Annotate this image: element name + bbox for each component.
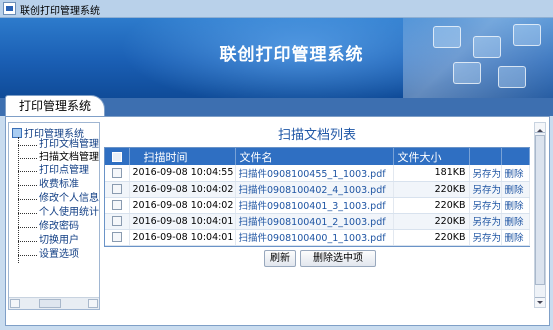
col-file-name: 文件名 (235, 148, 394, 165)
content-vertical-scrollbar[interactable] (534, 122, 546, 308)
delete-selected-button[interactable]: 删除选中项 (300, 250, 376, 267)
tree-root[interactable]: 打印管理系统 (12, 125, 84, 140)
row-checkbox[interactable] (111, 200, 122, 210)
file-size: 220KB (393, 181, 470, 198)
tree-item-fees[interactable]: 收费标准 (18, 179, 79, 191)
scan-time: 2016-09-08 10:04:55 (129, 165, 236, 182)
window-title: 联创打印管理系统 (20, 6, 100, 17)
file-name-link[interactable]: 扫描件0908100400_1_1003.pdf (235, 229, 394, 246)
row-checkbox[interactable] (111, 216, 122, 226)
scan-time: 2016-09-08 10:04:01 (129, 229, 236, 246)
file-name-link[interactable]: 扫描件0908100402_4_1003.pdf (235, 181, 394, 198)
file-size: 220KB (393, 197, 470, 214)
save-as-link[interactable]: 另存为 (469, 229, 502, 246)
tree-item-print-points[interactable]: 打印点管理 (18, 165, 89, 177)
computer-icon (12, 128, 22, 138)
scroll-up-icon[interactable] (535, 123, 545, 133)
tree-item-usage-stats[interactable]: 个人使用统计 (18, 207, 99, 219)
save-as-link[interactable]: 另存为 (469, 165, 502, 182)
delete-link[interactable]: 删除 (501, 181, 530, 198)
row-checkbox[interactable] (111, 167, 122, 178)
tree-item-change-password[interactable]: 修改密码 (18, 221, 79, 233)
scroll-thumb[interactable] (535, 135, 545, 285)
save-as-link[interactable]: 另存为 (469, 181, 502, 198)
select-all-checkbox[interactable] (111, 152, 122, 162)
row-checkbox[interactable] (111, 232, 122, 242)
scan-doc-table: 扫描时间 文件名 文件大小 2016-09-08 10:04:55 扫描件090… (104, 147, 530, 247)
file-name-link[interactable]: 扫描件0908100455_1_1003.pdf (235, 165, 394, 182)
scroll-down-icon[interactable] (535, 297, 545, 307)
tree-item-scan-docs[interactable]: 扫描文档管理 (18, 152, 99, 164)
scroll-thumb[interactable] (39, 299, 61, 308)
window-titlebar: 联创打印管理系统 (0, 0, 553, 18)
scan-time: 2016-09-08 10:04:01 (129, 213, 236, 230)
scan-time: 2016-09-08 10:04:02 (129, 181, 236, 198)
refresh-button[interactable]: 刷新 (264, 250, 296, 267)
delete-link[interactable]: 删除 (501, 229, 530, 246)
table-row: 2016-09-08 10:04:01 扫描件0908100401_2_1003… (105, 213, 530, 230)
table-row: 2016-09-08 10:04:02 扫描件0908100401_3_1003… (105, 197, 530, 214)
list-title: 扫描文档列表 (277, 128, 356, 143)
tree-item-print-docs[interactable]: 打印文档管理 (18, 139, 99, 151)
file-size: 220KB (393, 213, 470, 230)
table-row: 2016-09-08 10:04:01 扫描件0908100400_1_1003… (105, 229, 530, 246)
save-as-link[interactable]: 另存为 (469, 197, 502, 214)
tree-item-profile[interactable]: 修改个人信息 (18, 193, 99, 205)
tree-horizontal-scrollbar[interactable] (9, 297, 99, 309)
delete-link[interactable]: 删除 (501, 197, 530, 214)
tab-print-management[interactable]: 打印管理系统 (5, 95, 105, 117)
delete-link[interactable]: 删除 (501, 165, 530, 182)
app-icon (3, 2, 16, 15)
tree-item-settings[interactable]: 设置选项 (18, 249, 79, 261)
col-scan-time: 扫描时间 (129, 148, 236, 165)
scan-time: 2016-09-08 10:04:02 (129, 197, 236, 214)
col-file-size: 文件大小 (393, 148, 470, 165)
header-banner: 联创打印管理系统 (0, 18, 553, 98)
banner-title: 联创打印管理系统 (219, 45, 364, 65)
file-name-link[interactable]: 扫描件0908100401_2_1003.pdf (235, 213, 394, 230)
save-as-link[interactable]: 另存为 (469, 213, 502, 230)
nav-tree: 打印管理系统 打印文档管理 扫描文档管理 打印点管理 收费标准 修改个人信息 个… (8, 122, 100, 310)
file-size: 181KB (393, 165, 470, 182)
table-header: 扫描时间 文件名 文件大小 (105, 148, 530, 165)
scroll-left-icon[interactable] (10, 299, 20, 308)
delete-link[interactable]: 删除 (501, 213, 530, 230)
tree-item-switch-user[interactable]: 切换用户 (18, 235, 79, 247)
file-size: 220KB (393, 229, 470, 246)
table-row: 2016-09-08 10:04:02 扫描件0908100402_4_1003… (105, 181, 530, 198)
scroll-right-icon[interactable] (88, 299, 98, 308)
row-checkbox[interactable] (111, 184, 122, 194)
table-row: 2016-09-08 10:04:55 扫描件0908100455_1_1003… (105, 165, 530, 182)
file-name-link[interactable]: 扫描件0908100401_3_1003.pdf (235, 197, 394, 214)
